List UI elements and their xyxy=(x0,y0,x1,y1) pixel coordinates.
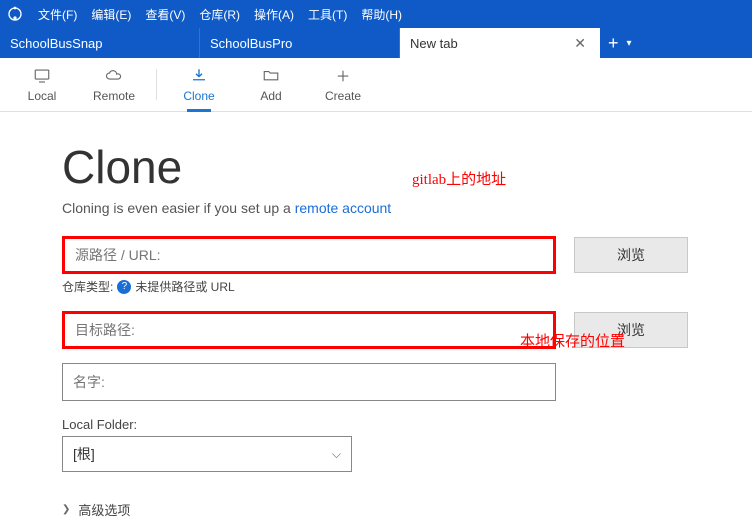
tabbar: SchoolBusSnap SchoolBusPro New tab ✕ + ▾ xyxy=(0,28,752,58)
monitor-icon xyxy=(31,67,53,85)
tab-schoolbuspro[interactable]: SchoolBusPro xyxy=(200,28,400,58)
cloud-icon xyxy=(103,67,125,85)
local-folder-label: Local Folder: xyxy=(62,417,690,432)
tab-newtab[interactable]: New tab ✕ xyxy=(400,28,600,58)
toolbar-add[interactable]: Add xyxy=(235,58,307,111)
folder-open-icon xyxy=(260,67,282,85)
clone-panel: Clone Cloning is even easier if you set … xyxy=(0,112,752,519)
name-input-wrapper xyxy=(62,363,556,401)
annotation-local-save: 本地保存的位置 xyxy=(520,330,625,351)
toolbar-remote[interactable]: Remote xyxy=(78,58,150,111)
repo-type-note: 仓库类型: ? 未提供路径或 URL xyxy=(62,278,690,295)
tab-label: SchoolBusPro xyxy=(210,36,292,51)
menu-actions[interactable]: 操作(A) xyxy=(248,4,300,25)
app-logo-icon xyxy=(6,5,24,23)
new-tab-button[interactable]: + xyxy=(608,33,619,54)
tab-dropdown-icon[interactable]: ▾ xyxy=(627,38,632,49)
source-url-input-wrapper xyxy=(62,236,556,274)
name-input[interactable] xyxy=(73,374,545,390)
repo-type-value: 未提供路径或 URL xyxy=(135,278,234,295)
source-url-input[interactable] xyxy=(75,247,543,263)
toolbar-clone[interactable]: Clone xyxy=(163,58,235,111)
browse-source-button[interactable]: 浏览 xyxy=(574,237,688,273)
page-title: Clone xyxy=(62,140,690,194)
toolbar-label: Local xyxy=(28,89,57,103)
tab-schoolbussnap[interactable]: SchoolBusSnap xyxy=(0,28,200,58)
toolbar-separator xyxy=(156,69,157,101)
info-icon: ? xyxy=(117,280,131,294)
menu-repo[interactable]: 仓库(R) xyxy=(193,4,246,25)
chevron-down-icon: ⌵ xyxy=(332,447,341,462)
toolbar-label: Remote xyxy=(93,89,135,103)
select-value: [根] xyxy=(73,444,95,464)
remote-account-link[interactable]: remote account xyxy=(295,200,392,216)
tab-label: SchoolBusSnap xyxy=(10,36,103,51)
local-folder-select[interactable]: [根] ⌵ xyxy=(62,436,352,472)
subtitle: Cloning is even easier if you set up a r… xyxy=(62,200,690,216)
chevron-right-icon: ❯ xyxy=(62,504,70,515)
dest-path-input-wrapper xyxy=(62,311,556,349)
toolbar: Local Remote Clone Add Create xyxy=(0,58,752,112)
menu-file[interactable]: 文件(F) xyxy=(32,4,83,25)
subtitle-text: Cloning is even easier if you set up a xyxy=(62,200,295,216)
toolbar-create[interactable]: Create xyxy=(307,58,379,111)
download-icon xyxy=(188,67,210,85)
annotation-gitlab: gitlab上的地址 xyxy=(412,168,506,189)
menubar: 文件(F) 编辑(E) 查看(V) 仓库(R) 操作(A) 工具(T) 帮助(H… xyxy=(0,0,752,28)
advanced-options-toggle[interactable]: ❯ 高级选项 xyxy=(62,500,690,519)
close-icon[interactable]: ✕ xyxy=(570,35,590,52)
dest-path-input[interactable] xyxy=(75,322,543,338)
plus-icon xyxy=(332,67,354,85)
toolbar-label: Clone xyxy=(183,89,214,103)
tab-label: New tab xyxy=(410,36,458,51)
toolbar-label: Add xyxy=(260,89,281,103)
menu-tools[interactable]: 工具(T) xyxy=(302,4,353,25)
tab-actions: + ▾ xyxy=(600,28,640,58)
toolbar-label: Create xyxy=(325,89,361,103)
advanced-label: 高级选项 xyxy=(78,500,130,519)
menu-edit[interactable]: 编辑(E) xyxy=(85,4,137,25)
repo-type-label: 仓库类型: xyxy=(62,278,113,295)
menu-view[interactable]: 查看(V) xyxy=(139,4,191,25)
menu-help[interactable]: 帮助(H) xyxy=(355,4,408,25)
toolbar-local[interactable]: Local xyxy=(6,58,78,111)
